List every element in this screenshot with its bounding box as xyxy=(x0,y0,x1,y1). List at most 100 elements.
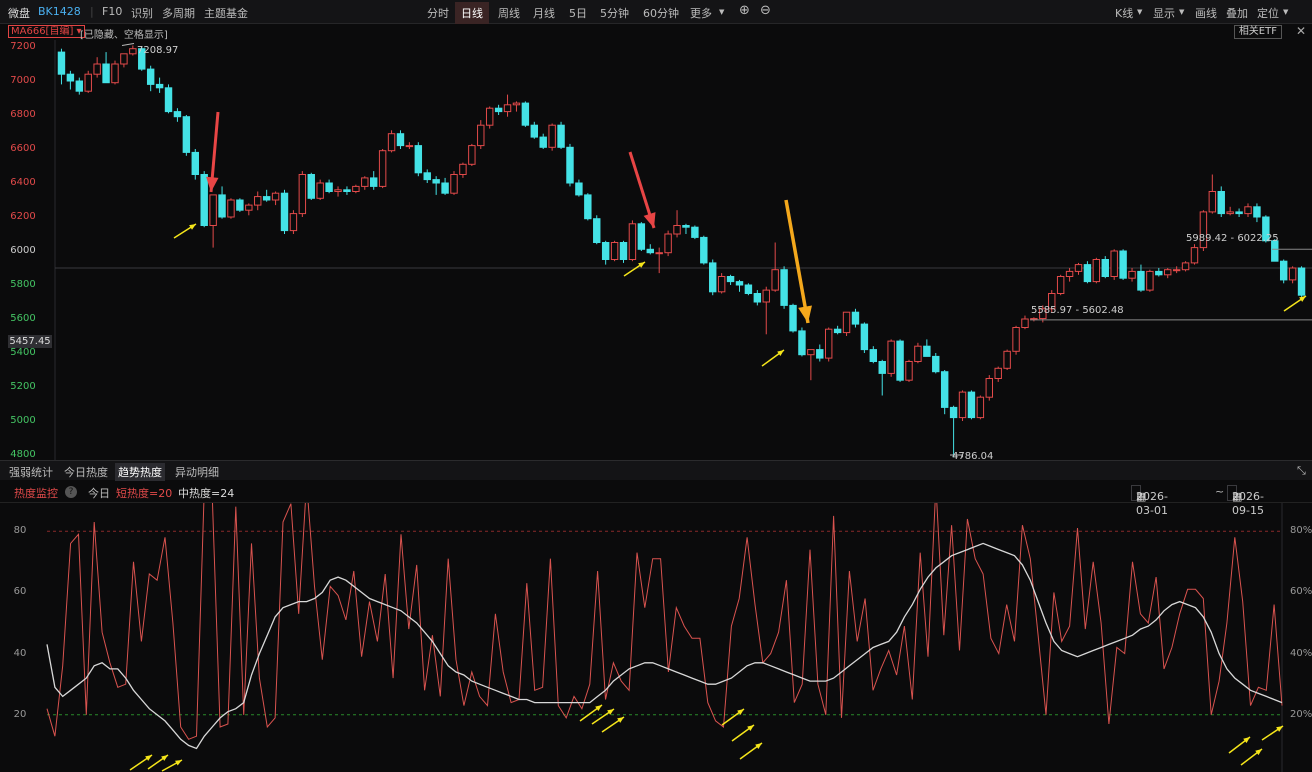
help-icon[interactable]: ? xyxy=(65,486,77,498)
start-date-picker[interactable]: ▦ 2026-03-01 xyxy=(1131,485,1168,517)
candle-body xyxy=(1235,211,1243,215)
candle-body xyxy=(842,311,851,334)
heat-chart[interactable] xyxy=(0,503,1312,772)
candle-body xyxy=(102,63,110,84)
security-code[interactable]: BK1428 xyxy=(38,5,81,18)
tab-trend-heat[interactable]: 趋势热度 xyxy=(115,463,165,481)
candle-body xyxy=(369,177,378,187)
candle-body xyxy=(343,189,351,193)
candle-body xyxy=(566,146,574,184)
tab-today-heat[interactable]: 今日热度 xyxy=(61,463,111,481)
candlestick-chart[interactable]: 7208.97 4786.04 5989.42 - 6022.25 5585.9… xyxy=(0,40,1312,460)
candle-body xyxy=(905,361,913,381)
yellow-arrow-head xyxy=(617,717,624,723)
period-tab-monthly[interactable]: 月线 xyxy=(533,5,555,21)
period-tab-60min[interactable]: 60分钟 xyxy=(643,5,679,21)
candle-body xyxy=(423,172,431,181)
mid-heat-value: 中热度=24 xyxy=(178,487,235,500)
candle-body xyxy=(851,311,860,325)
chevron-down-icon: ▼ xyxy=(1137,8,1143,16)
ma-indicator-select[interactable]: MA666[自编] ▾ xyxy=(8,25,85,38)
candle-body xyxy=(1056,276,1065,294)
candle-body xyxy=(352,185,360,192)
period-tab-intraday[interactable]: 分时 xyxy=(427,5,449,21)
candle-body xyxy=(468,145,476,165)
close-icon[interactable]: ✕ xyxy=(1296,24,1306,38)
candle-body xyxy=(584,194,592,220)
period-tab-more[interactable]: 更多 xyxy=(690,5,712,21)
period-tab-daily[interactable]: 日线 xyxy=(455,2,489,24)
zoom-in-icon[interactable]: ⊕ xyxy=(739,3,750,18)
candle-body xyxy=(673,225,681,235)
candle-body xyxy=(691,226,699,238)
candle-body xyxy=(387,133,396,152)
toolbar-theme-fund[interactable]: 主题基金 xyxy=(204,5,248,21)
candle-body xyxy=(75,80,84,92)
candle-body xyxy=(155,83,164,89)
zoom-out-icon[interactable]: ⊖ xyxy=(760,3,771,18)
candle-body xyxy=(209,194,217,226)
candle-body xyxy=(191,151,199,176)
candle-body xyxy=(459,163,467,176)
candle-body xyxy=(450,174,458,194)
candle-body xyxy=(780,269,788,306)
candle-body xyxy=(1164,269,1172,276)
candle-body xyxy=(655,252,663,255)
candle-body xyxy=(824,328,833,359)
candle-body xyxy=(575,182,583,196)
period-tab-weekly[interactable]: 周线 xyxy=(498,5,520,21)
candle-body xyxy=(1128,270,1136,279)
toolbar-multi-period[interactable]: 多周期 xyxy=(162,5,195,21)
draw-line-button[interactable]: 画线 xyxy=(1195,5,1217,21)
heat-header: 热度监控 ? 今日 短热度=20 中热度=24 ▦ 2026-03-01 ~ ▦… xyxy=(0,481,1312,517)
heat-monitor-title: 热度监控 xyxy=(14,487,58,500)
expand-icon[interactable]: ⤡ xyxy=(1294,463,1309,479)
candle-body xyxy=(218,194,226,218)
candle-body xyxy=(57,51,66,75)
candle-body xyxy=(414,145,423,174)
candle-body xyxy=(120,53,128,65)
candle-body xyxy=(557,124,565,148)
candle-body xyxy=(111,63,119,84)
kline-menu[interactable]: K线 xyxy=(1115,5,1133,21)
period-tab-5day[interactable]: 5日 xyxy=(569,5,587,21)
candle-body xyxy=(601,242,610,260)
related-etf-button[interactable]: 相关ETF xyxy=(1233,25,1282,39)
candle-body xyxy=(200,174,208,226)
candle-body xyxy=(958,391,967,419)
candle-body xyxy=(896,340,904,381)
yellow-arrow-head xyxy=(607,709,614,715)
candle-body xyxy=(1021,318,1029,328)
end-date-picker[interactable]: ▦ 2026-09-15 xyxy=(1227,485,1264,517)
candle-body xyxy=(485,107,494,126)
candle-body xyxy=(405,145,414,148)
candle-body xyxy=(869,349,878,363)
chevron-down-icon: ▼ xyxy=(1179,8,1185,16)
high-label: 7208.97 xyxy=(137,45,178,56)
locate-button[interactable]: 定位 xyxy=(1257,5,1279,21)
display-menu[interactable]: 显示 xyxy=(1153,5,1175,21)
candle-body xyxy=(1110,250,1118,277)
candle-body xyxy=(298,174,307,215)
indicator-bar: MA666[自编] ▾ [已隐藏、空格显示] 相关ETF ✕ xyxy=(0,24,1312,41)
candle-body xyxy=(789,304,797,332)
tab-anomaly-detail[interactable]: 异动明细 xyxy=(172,463,222,481)
overlay-button[interactable]: 叠加 xyxy=(1226,5,1248,21)
candle-body xyxy=(700,236,708,264)
orange-arrow-head xyxy=(798,305,812,323)
candle-body xyxy=(610,242,619,260)
today-label: 今日 xyxy=(88,487,110,500)
candle-body xyxy=(280,192,289,232)
candle-body xyxy=(976,396,985,419)
candle-body xyxy=(316,182,324,199)
tab-strength-stats[interactable]: 强弱统计 xyxy=(6,463,56,481)
yellow-arrow-head xyxy=(1299,296,1306,302)
ma-hidden-note: [已隐藏、空格显示] xyxy=(80,30,168,41)
toolbar-identify[interactable]: 识别 xyxy=(131,5,153,21)
candle-body xyxy=(1119,250,1127,279)
period-tab-5min[interactable]: 5分钟 xyxy=(600,5,629,21)
candle-body xyxy=(816,349,824,359)
candle-body xyxy=(1012,327,1020,352)
toolbar-f10[interactable]: F10 xyxy=(102,5,122,18)
market-mode[interactable]: 微盘 xyxy=(8,5,30,21)
